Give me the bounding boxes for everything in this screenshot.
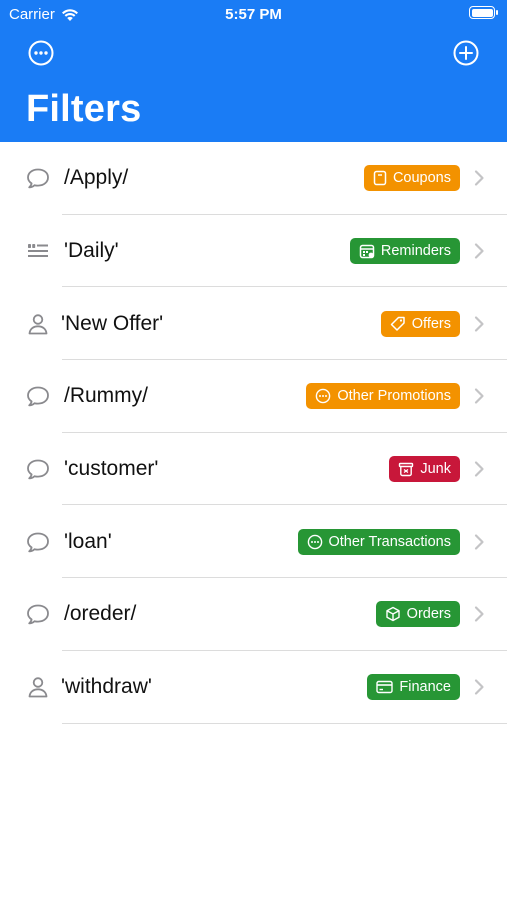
chevron-right-icon	[474, 388, 484, 405]
navigation-header: Carrier 5:57 PM Filters	[0, 0, 507, 142]
chevron-right-icon	[474, 316, 484, 332]
category-label: Other Promotions	[337, 388, 451, 405]
chevron-right-icon	[474, 243, 484, 259]
filter-pattern: 'loan'	[64, 529, 112, 553]
category-label: Other Transactions	[328, 533, 452, 550]
filter-row[interactable]: 'New Offer' Offers	[0, 287, 507, 360]
category-badge: Junk	[389, 456, 460, 483]
category-label: Finance	[399, 679, 451, 696]
message-bubble-icon	[25, 165, 51, 191]
category-badge: Other Transactions	[297, 528, 460, 555]
chevron-right-icon	[474, 461, 484, 477]
filter-row[interactable]: /oreder/Orders	[0, 578, 507, 651]
filter-pattern: /Apply/	[64, 166, 129, 190]
status-time: 5:57 PM	[225, 6, 282, 23]
calendar-icon	[359, 243, 375, 259]
chevron-right-icon	[474, 679, 484, 695]
message-bubble-icon	[25, 529, 51, 555]
category-label: Offers	[411, 315, 451, 332]
category-badge: Finance	[367, 674, 460, 701]
chevron-right-icon	[474, 170, 484, 186]
filter-pattern: /oreder/	[64, 602, 137, 626]
message-bubble-icon	[25, 456, 51, 482]
filter-pattern: 'New Offer'	[61, 311, 164, 335]
message-bubble-icon	[25, 383, 51, 409]
page-title: Filters	[26, 88, 142, 130]
filter-row[interactable]: 'loan' Other Transactions	[0, 505, 507, 578]
plus-circle-icon[interactable]	[453, 40, 479, 66]
text-lines-icon	[25, 238, 51, 264]
ellipsis-circle-icon	[307, 534, 323, 550]
box-icon	[385, 606, 401, 622]
category-label: Junk	[420, 461, 451, 478]
coupon-icon	[373, 170, 387, 186]
person-icon	[25, 311, 51, 337]
person-icon	[25, 674, 51, 700]
category-badge: Coupons	[363, 165, 460, 192]
filter-row[interactable]: 'Daily' Reminders	[0, 215, 507, 288]
chevron-right-icon	[474, 534, 484, 550]
ellipsis-circle-icon	[315, 388, 331, 404]
category-label: Orders	[406, 606, 451, 623]
filter-pattern: 'Daily'	[64, 239, 119, 263]
category-label: Coupons	[392, 170, 451, 187]
category-badge: Other Promotions	[306, 383, 460, 410]
tag-icon	[390, 316, 406, 332]
filter-row[interactable]: 'customer' Junk	[0, 433, 507, 506]
filter-pattern: 'withdraw'	[61, 675, 152, 699]
status-bar: Carrier 5:57 PM	[0, 0, 507, 28]
chevron-right-icon	[474, 606, 484, 623]
category-label: Reminders	[380, 243, 451, 260]
filter-row[interactable]: 'withdraw' Finance	[0, 651, 507, 724]
filter-row[interactable]: /Apply/Coupons	[0, 142, 507, 215]
battery-icon	[469, 6, 498, 19]
category-badge: Orders	[375, 601, 460, 628]
category-badge: Offers	[380, 310, 460, 337]
ellipsis-circle-icon[interactable]	[28, 40, 54, 66]
filter-pattern: /Rummy/	[64, 384, 148, 408]
message-bubble-icon	[25, 601, 51, 627]
filter-list: /Apply/Coupons 'Daily' Reminders 'New Offer…	[0, 142, 507, 724]
trash-box-icon	[398, 461, 414, 477]
credit-card-icon	[376, 680, 394, 694]
filter-row[interactable]: /Rummy/Other Promotions	[0, 360, 507, 433]
filters-screen: Carrier 5:57 PM Filters /Apply/Coupons 'D…	[0, 0, 507, 900]
filter-pattern: 'customer'	[64, 457, 159, 481]
category-badge: Reminders	[349, 238, 460, 265]
